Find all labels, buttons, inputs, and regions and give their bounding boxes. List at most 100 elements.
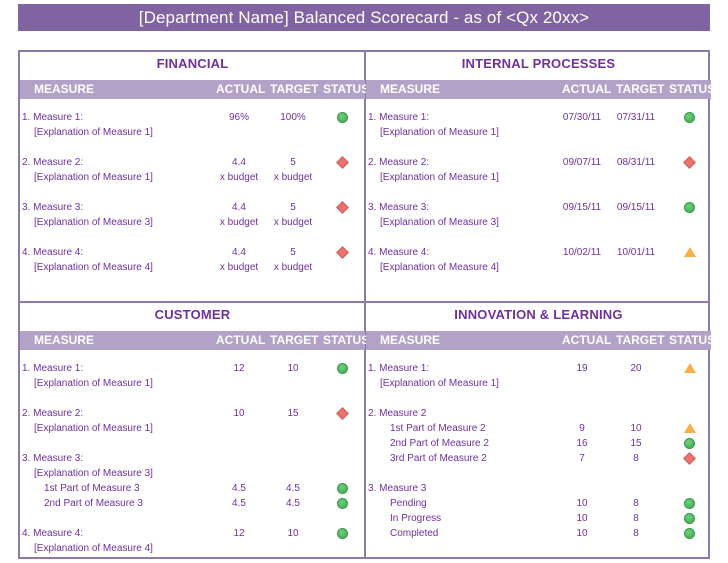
measure-label: 1. Measure 1: xyxy=(368,112,430,123)
financial-section: FINANCIAL MEASURE ACTUAL TARGET STATUS 1… xyxy=(20,52,369,275)
measure-label: 3. Measure 3 xyxy=(368,483,427,494)
table-row: In Progress 10 8 xyxy=(366,511,711,526)
header-measure: MEASURE xyxy=(34,82,95,96)
table-row: 3. Measure 3 xyxy=(366,481,711,496)
header-measure: MEASURE xyxy=(380,333,441,347)
measure-explanation: [Explanation of Measure 1] xyxy=(34,423,153,434)
status-green-circle-icon xyxy=(684,438,695,449)
status-green-circle-icon xyxy=(684,202,695,213)
actual-unit: x budget xyxy=(219,172,259,183)
target-value: 08/31/11 xyxy=(616,157,656,168)
header-status: STATUS xyxy=(669,82,716,96)
sub-measure-label: 2nd Part of Measure 3 xyxy=(44,498,143,509)
status-green-circle-icon xyxy=(684,513,695,524)
header-actual: ACTUAL xyxy=(216,333,266,347)
measure-explanation: [Explanation of Measure 1] xyxy=(34,127,153,138)
table-row: [Explanation of Measure 3] xyxy=(20,466,365,481)
customer-section: CUSTOMER MEASURE ACTUAL TARGET STATUS 1.… xyxy=(20,303,369,556)
table-row: 2. Measure 2: 09/07/11 08/31/11 xyxy=(366,155,711,170)
status-red-diamond-icon xyxy=(336,246,349,259)
actual-value: 12 xyxy=(233,528,245,539)
target-value: 5 xyxy=(290,202,296,213)
measure-label: 4. Measure 4: xyxy=(368,247,430,258)
status-green-circle-icon xyxy=(337,498,348,509)
target-value: 8 xyxy=(633,498,639,509)
table-row: 4. Measure 4: 4.4 5 xyxy=(20,245,365,260)
target-value: 15 xyxy=(287,408,299,419)
table-row: 2. Measure 2: 4.4 5 xyxy=(20,155,365,170)
actual-unit: x budget xyxy=(219,262,259,273)
table-row: Completed 10 8 xyxy=(366,526,711,541)
status-red-diamond-icon xyxy=(336,156,349,169)
table-row: 1st Part of Measure 2 9 10 xyxy=(366,421,711,436)
target-unit: x budget xyxy=(273,217,313,228)
table-row: 3. Measure 3: xyxy=(20,451,365,466)
table-row: 3rd Part of Measure 2 7 8 xyxy=(366,451,711,466)
table-row: 1. Measure 1: 96% 100% xyxy=(20,110,365,125)
table-row: 1. Measure 1: 19 20 xyxy=(366,361,711,376)
actual-value: 7 xyxy=(579,453,585,464)
measure-explanation: [Explanation of Measure 3] xyxy=(34,468,153,479)
table-row: [Explanation of Measure 3] xyxy=(366,215,711,230)
measure-explanation: [Explanation of Measure 3] xyxy=(34,217,153,228)
header-target: TARGET xyxy=(270,82,319,96)
header-measure: MEASURE xyxy=(34,333,95,347)
table-row: [Explanation of Measure 1] xyxy=(366,125,711,140)
sub-measure-label: 2nd Part of Measure 2 xyxy=(390,438,489,449)
actual-value: 09/07/11 xyxy=(562,157,602,168)
actual-value: 19 xyxy=(576,363,588,374)
column-header-row: MEASURE ACTUAL TARGET STATUS xyxy=(20,331,369,350)
actual-value: 10 xyxy=(233,408,245,419)
column-header-row: MEASURE ACTUAL TARGET STATUS xyxy=(20,80,369,99)
status-green-circle-icon xyxy=(684,112,695,123)
header-actual: ACTUAL xyxy=(216,82,266,96)
target-value: 10 xyxy=(630,423,642,434)
actual-value: 12 xyxy=(233,363,245,374)
sub-measure-label: 3rd Part of Measure 2 xyxy=(390,453,487,464)
target-value: 07/31/11 xyxy=(616,112,656,123)
header-status: STATUS xyxy=(323,333,370,347)
status-green-circle-icon xyxy=(337,528,348,539)
status-yellow-triangle-icon xyxy=(684,423,696,433)
sub-measure-label: In Progress xyxy=(390,513,442,524)
target-unit: x budget xyxy=(273,172,313,183)
measure-explanation: [Explanation of Measure 1] xyxy=(380,172,499,183)
measure-explanation: [Explanation of Measure 4] xyxy=(380,262,499,273)
sub-measure-label: Completed xyxy=(390,528,439,539)
table-row: [Explanation of Measure 1] xyxy=(20,376,365,391)
table-row: 2nd Part of Measure 2 16 15 xyxy=(366,436,711,451)
section-title: CUSTOMER xyxy=(154,307,231,322)
table-row: 1. Measure 1: 07/30/11 07/31/11 xyxy=(366,110,711,125)
target-value: 5 xyxy=(290,157,296,168)
target-value: 4.5 xyxy=(286,498,300,509)
table-row: 1. Measure 1: 12 10 xyxy=(20,361,365,376)
target-value: 10 xyxy=(287,528,299,539)
section-title: FINANCIAL xyxy=(156,56,229,71)
table-row: [Explanation of Measure 1] xyxy=(366,170,711,185)
actual-value: 10 xyxy=(576,513,588,524)
status-red-diamond-icon xyxy=(683,452,696,465)
actual-value: 16 xyxy=(576,438,588,449)
target-value: 8 xyxy=(633,528,639,539)
scorecard-frame: FINANCIAL MEASURE ACTUAL TARGET STATUS 1… xyxy=(18,50,715,559)
table-row: [Explanation of Measure 3] x budget x bu… xyxy=(20,215,365,230)
header-target: TARGET xyxy=(270,333,319,347)
actual-value: 10 xyxy=(576,528,588,539)
table-row: 2. Measure 2 xyxy=(366,406,711,421)
header-measure: MEASURE xyxy=(380,82,441,96)
target-value: 10 xyxy=(287,363,299,374)
table-row: 3. Measure 3: 4.4 5 xyxy=(20,200,365,215)
table-row: [Explanation of Measure 1] xyxy=(20,125,365,140)
table-row: 2. Measure 2: 10 15 xyxy=(20,406,365,421)
actual-value: 9 xyxy=(579,423,585,434)
status-green-circle-icon xyxy=(337,483,348,494)
header-status: STATUS xyxy=(669,333,716,347)
table-row: [Explanation of Measure 1] xyxy=(20,421,365,436)
measure-explanation: [Explanation of Measure 4] xyxy=(34,262,153,273)
measure-label: 2. Measure 2: xyxy=(368,157,430,168)
measure-label: 4. Measure 4: xyxy=(22,247,84,258)
table-row: [Explanation of Measure 4] x budget x bu… xyxy=(20,260,365,275)
internal-processes-section: INTERNAL PROCESSES MEASURE ACTUAL TARGET… xyxy=(366,52,715,275)
header-actual: ACTUAL xyxy=(562,333,612,347)
measure-label: 2. Measure 2 xyxy=(368,408,427,419)
